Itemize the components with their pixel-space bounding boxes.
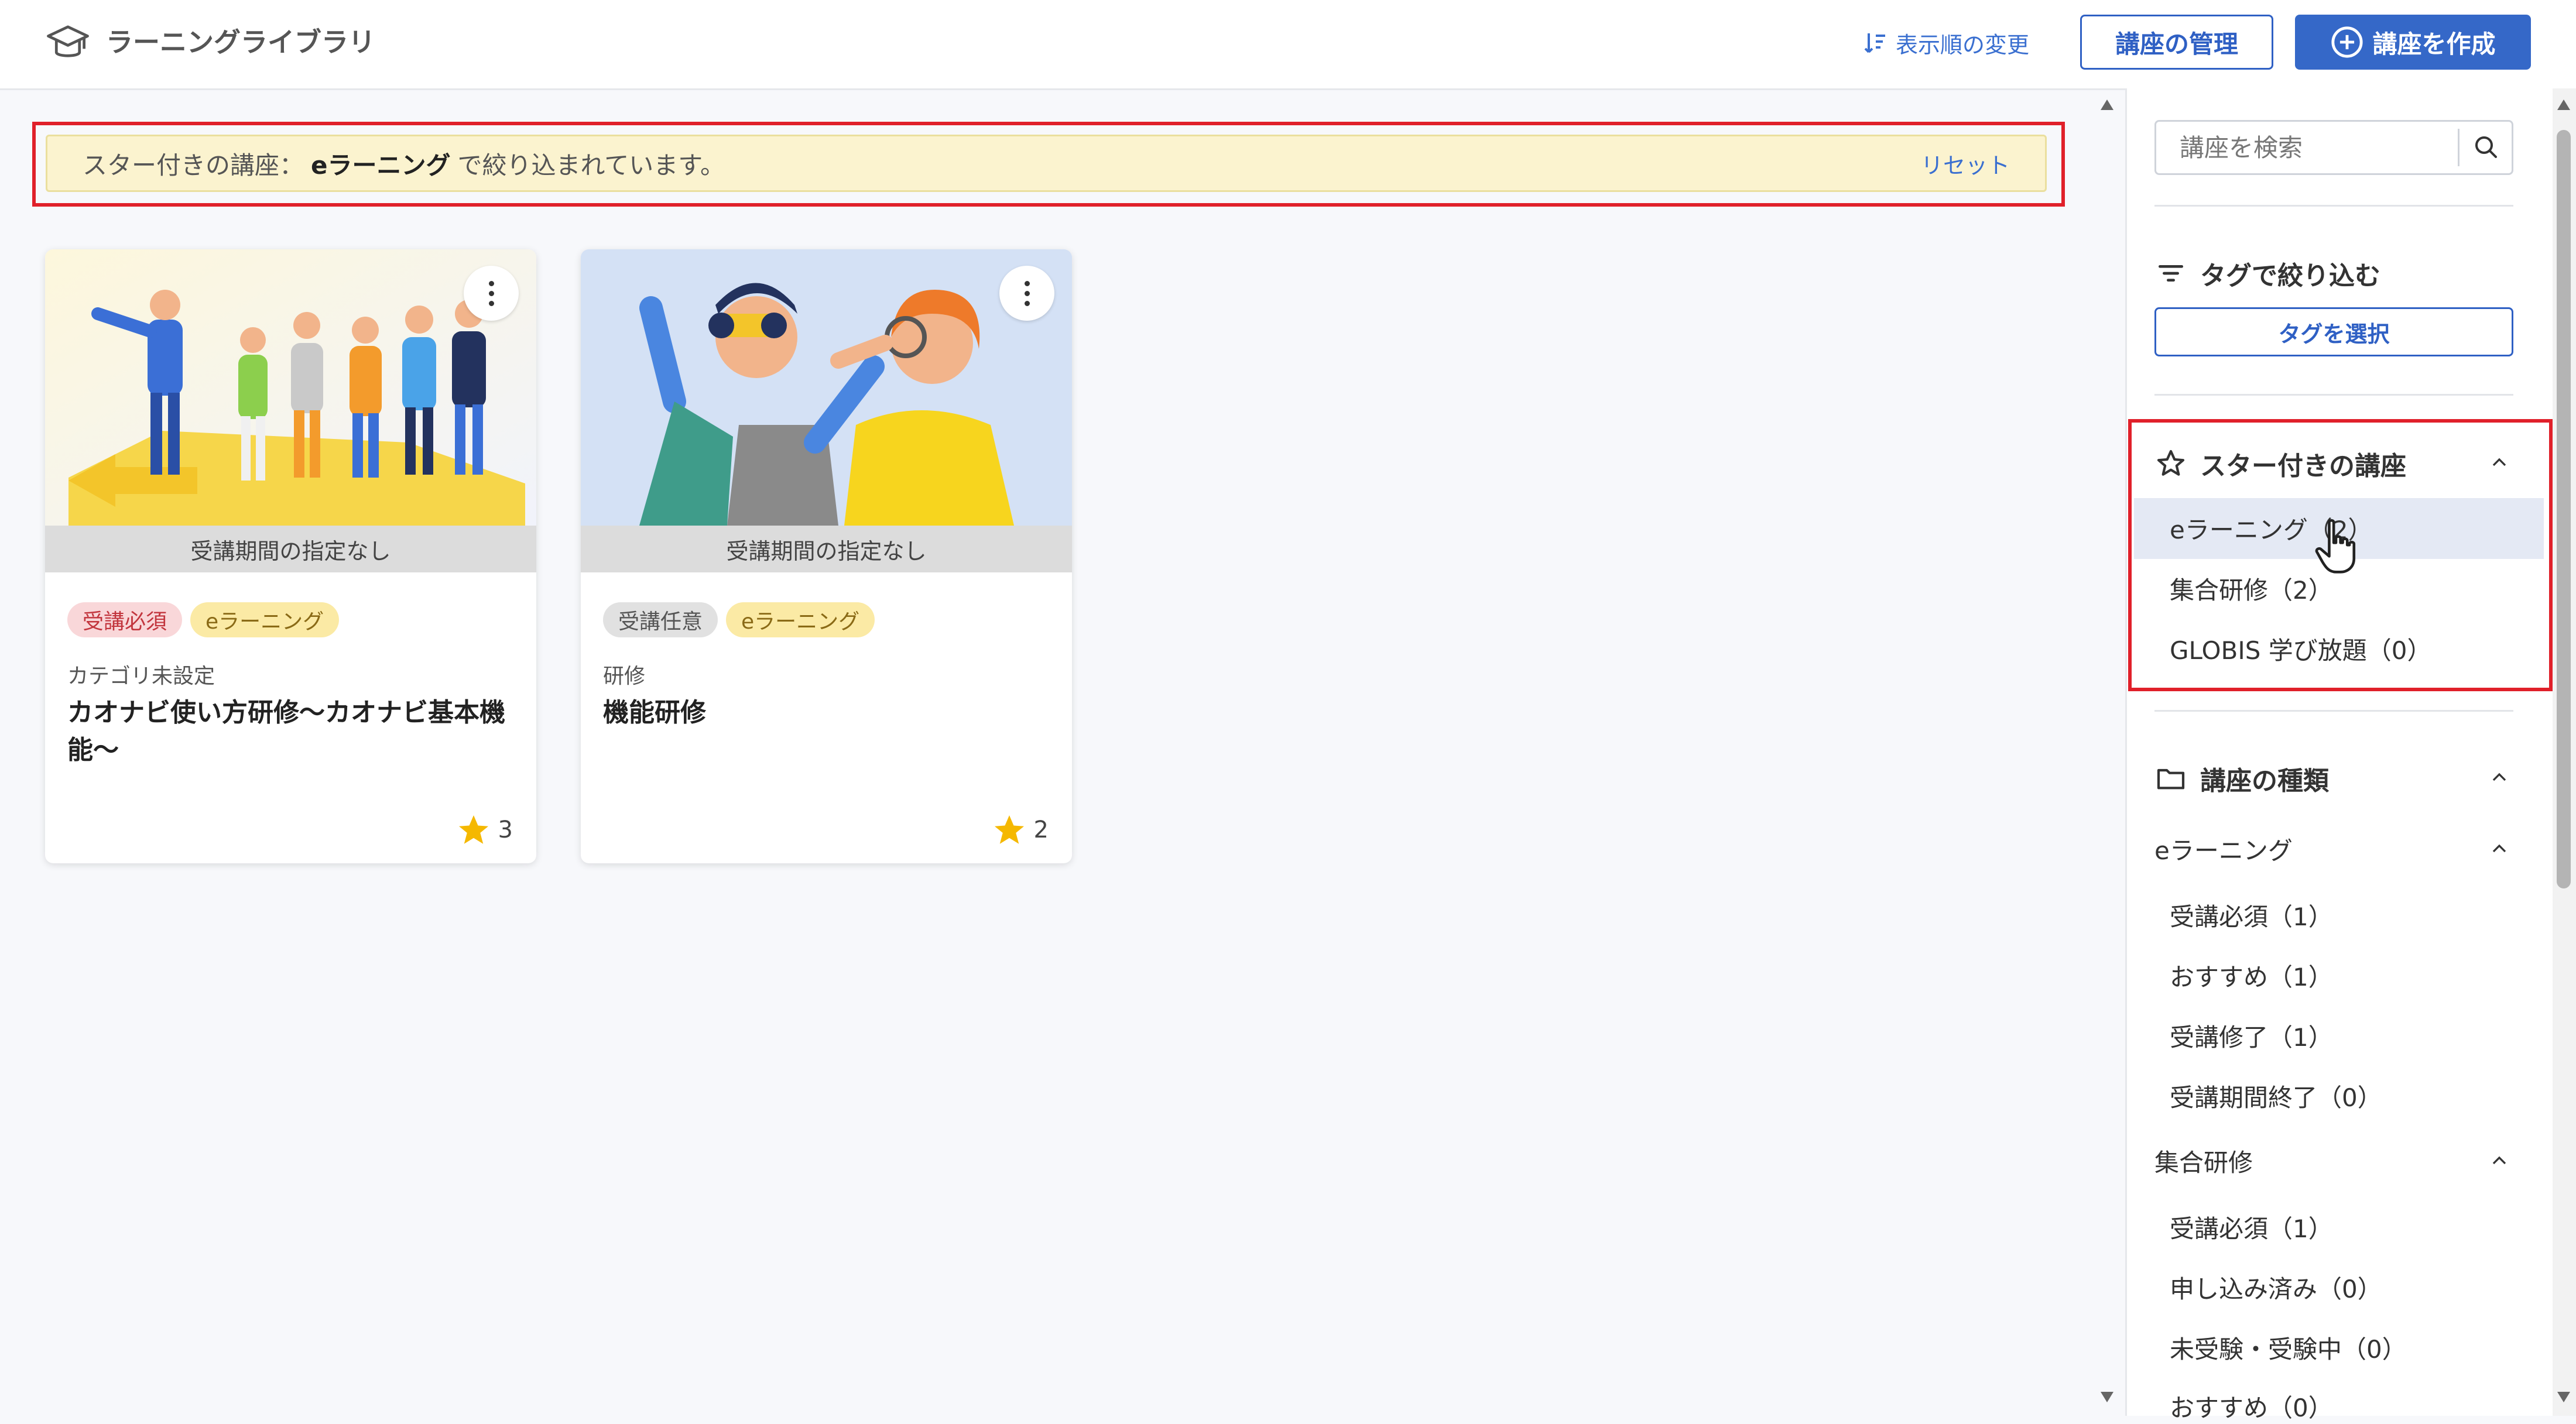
group-item-recommended[interactable]: おすすめ（0） (2170, 1388, 2333, 1424)
group-item-required[interactable]: 受講必須（1） (2170, 1209, 2333, 1245)
create-course-button[interactable]: 講座を作成 (2295, 15, 2531, 70)
starred-heading-label: スター付きの講座 (2200, 451, 2406, 481)
course-period: 受講期間の指定なし (45, 526, 536, 572)
star-icon (458, 815, 488, 844)
course-card[interactable]: 受講期間の指定なし 受講必須 eラーニング カテゴリ未設定 カオナビ使い方研修〜… (45, 249, 536, 863)
star-icon (994, 815, 1024, 844)
graduation-cap-icon (47, 25, 89, 57)
star-count-value: 2 (1033, 816, 1049, 843)
filter-prefix: スター付きの講座： (83, 150, 304, 180)
elearning-group-heading[interactable]: eラーニング (2154, 831, 2293, 867)
more-options-icon[interactable] (999, 266, 1054, 321)
reset-filter-link[interactable]: リセット (1921, 147, 2010, 180)
manage-courses-button[interactable]: 講座の管理 (2080, 15, 2273, 70)
tag-select-button[interactable]: タグを選択 (2154, 307, 2513, 356)
course-thumbnail (581, 249, 1072, 526)
folder-icon (2157, 768, 2185, 790)
tag-optional: 受講任意 (603, 602, 718, 637)
elearning-item-recommended[interactable]: おすすめ（1） (2170, 958, 2333, 993)
tag-elearning: eラーニング (726, 602, 875, 637)
search-button[interactable] (2461, 122, 2512, 173)
course-tags: 受講任意 eラーニング (603, 602, 875, 637)
course-period: 受講期間の指定なし (581, 526, 1072, 572)
hand-pointer-icon (2315, 519, 2356, 574)
course-title[interactable]: 機能研修 (603, 694, 1054, 732)
course-illustration (581, 249, 1072, 526)
filter-value: eラーニング (311, 150, 451, 180)
create-course-label: 講座を作成 (2372, 29, 2496, 59)
course-title[interactable]: カオナビ使い方研修〜カオナビ基本機能〜 (67, 694, 518, 769)
sort-order-label: 表示順の変更 (1896, 32, 2030, 58)
divider (2154, 710, 2513, 712)
chevron-up-icon[interactable] (2488, 1149, 2511, 1172)
starred-item-globis[interactable]: GLOBIS 学び放題（0） (2170, 631, 2431, 667)
tag-required: 受講必須 (67, 602, 183, 637)
app-title: ラーニングライブラリ (106, 26, 375, 58)
star-count[interactable]: 2 (992, 812, 1049, 847)
group-item-not-taken[interactable]: 未受験・受験中（0） (2170, 1330, 2407, 1365)
course-category: カテゴリ未設定 (67, 664, 215, 688)
star-count-value: 3 (498, 816, 513, 843)
starred-item-group-training[interactable]: 集合研修（2） (2170, 571, 2333, 606)
filter-banner: スター付きの講座： eラーニング で絞り込まれています。 リセット (46, 135, 2047, 192)
top-bar: ラーニングライブラリ 表示順の変更 講座の管理 講座を作成 (0, 0, 2576, 90)
tag-filter-label: タグで絞り込む (2200, 261, 2380, 291)
more-options-icon[interactable] (464, 266, 519, 321)
elearning-item-expired[interactable]: 受講期間終了（0） (2170, 1078, 2382, 1114)
starred-heading[interactable]: スター付きの講座 (2154, 445, 2406, 482)
main-scroll-down-arrow[interactable] (2101, 1392, 2113, 1402)
course-types-heading[interactable]: 講座の種類 (2154, 760, 2329, 797)
star-outline-icon (2157, 449, 2185, 476)
course-illustration (45, 249, 536, 526)
elearning-item-required[interactable]: 受講必須（1） (2170, 897, 2333, 933)
course-tags: 受講必須 eラーニング (67, 602, 340, 637)
course-search (2154, 120, 2513, 175)
filter-suffix: で絞り込まれています。 (457, 150, 725, 180)
course-thumbnail (45, 249, 536, 526)
star-count[interactable]: 3 (456, 812, 513, 847)
divider (2154, 394, 2513, 396)
chevron-up-icon[interactable] (2488, 837, 2511, 860)
tag-elearning: eラーニング (190, 602, 340, 637)
sidebar-scroll-down-arrow[interactable] (2557, 1392, 2570, 1402)
sidebar-scrollbar-thumb[interactable] (2557, 130, 2571, 888)
sidebar-scroll-up-arrow[interactable] (2557, 99, 2570, 110)
course-category: 研修 (603, 664, 646, 688)
sort-order-button[interactable]: 表示順の変更 (1861, 25, 2029, 61)
group-training-heading[interactable]: 集合研修 (2154, 1143, 2253, 1179)
search-divider (2458, 129, 2459, 166)
course-search-input[interactable] (2156, 122, 2458, 173)
chevron-up-icon[interactable] (2488, 766, 2511, 789)
elearning-item-completed[interactable]: 受講修了（1） (2170, 1018, 2333, 1054)
course-types-label: 講座の種類 (2200, 766, 2329, 796)
chevron-up-icon[interactable] (2488, 451, 2511, 474)
sort-icon (1864, 33, 1885, 53)
filter-icon (2159, 265, 2183, 282)
divider (2154, 205, 2513, 207)
search-icon (2475, 136, 2497, 158)
group-item-applied[interactable]: 申し込み済み（0） (2170, 1269, 2382, 1305)
main-scroll-up-arrow[interactable] (2101, 99, 2113, 110)
course-card[interactable]: 受講期間の指定なし 受講任意 eラーニング 研修 機能研修 2 (581, 249, 1072, 863)
tag-filter-heading: タグで絞り込む (2154, 255, 2380, 292)
plus-circle-icon (2331, 26, 2363, 58)
